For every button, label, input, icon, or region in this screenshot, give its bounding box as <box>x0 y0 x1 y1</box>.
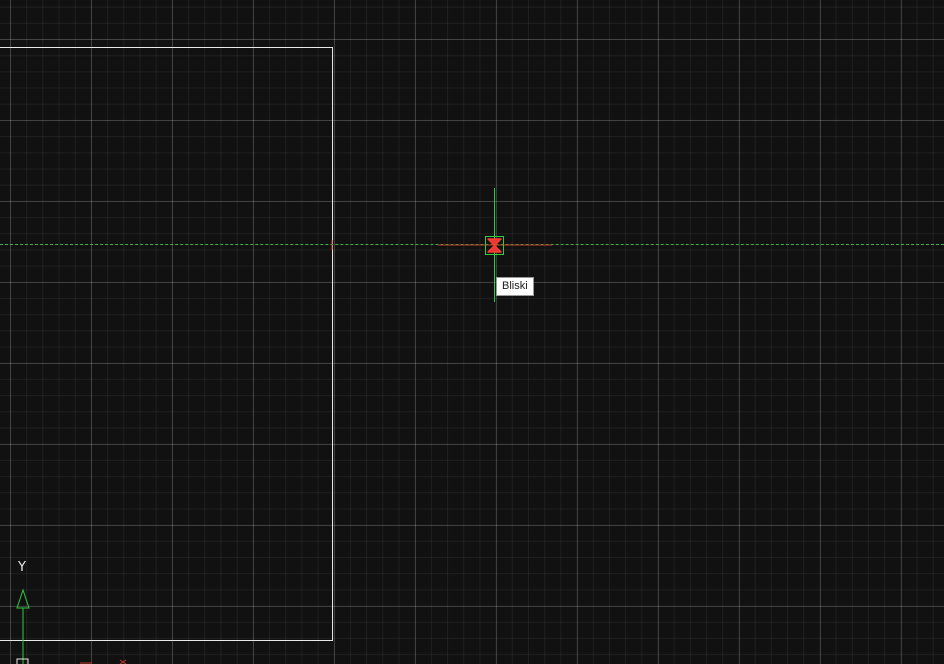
ucs-icon <box>16 588 127 664</box>
drawing-viewport[interactable]: Bliski Y <box>0 0 944 664</box>
